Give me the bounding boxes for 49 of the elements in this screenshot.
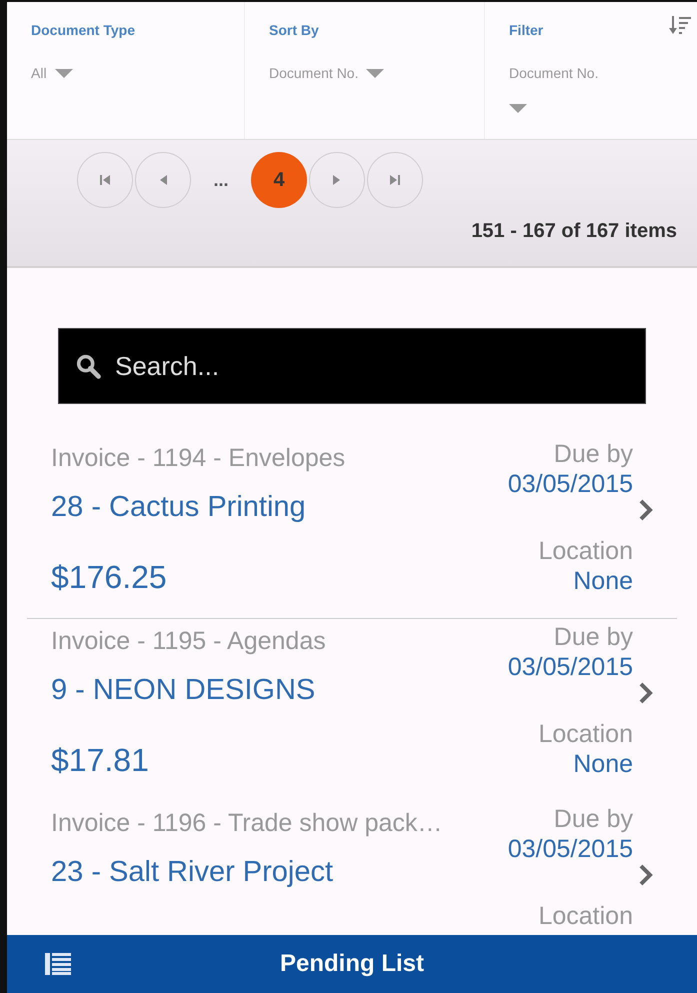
caret-icon — [54, 68, 73, 78]
location-value: None — [573, 566, 633, 597]
pager-button[interactable] — [309, 152, 365, 208]
invoice-list-item[interactable]: Invoice - 1196 - Trade show pack… 23 - Salt River Project Due by 03/05/2015 Location — [27, 801, 677, 935]
caret-icon — [509, 104, 527, 114]
document-title: Invoice - 1195 - Agendas — [51, 626, 326, 657]
amount: $176.25 — [51, 558, 167, 597]
last-page-icon — [389, 174, 401, 186]
document-title: Invoice - 1196 - Trade show pack… — [51, 808, 442, 839]
pager-button[interactable] — [367, 152, 423, 208]
location-label: Location — [538, 901, 633, 932]
search-field[interactable]: Search... — [58, 328, 646, 404]
filter-label: Document Type — [31, 21, 135, 40]
due-date: 03/05/2015 — [508, 652, 633, 683]
due-label: Due by — [554, 439, 633, 470]
filter-label: Filter — [509, 21, 544, 40]
footer-title: Pending List — [280, 949, 424, 979]
location-value: None — [573, 749, 633, 780]
due-date: 03/05/2015 — [508, 469, 633, 500]
due-label: Due by — [554, 622, 633, 653]
document-title: Invoice - 1194 - Envelopes — [51, 443, 346, 474]
filter-label: Sort By — [269, 21, 319, 40]
search-icon — [74, 352, 102, 380]
pager-ellipsis: ... — [212, 168, 230, 192]
vendor-name: 28 - Cactus Printing — [51, 490, 306, 525]
caret-icon — [366, 68, 384, 78]
filter-dropdown[interactable]: Document No. — [269, 63, 384, 84]
pager-button[interactable] — [77, 152, 133, 208]
pager-button[interactable] — [135, 152, 191, 208]
chevron-right-icon — [638, 498, 654, 522]
item-range: 151 - 167 of 167 items — [471, 219, 677, 244]
filter-dropdown[interactable]: All — [31, 63, 73, 84]
due-label: Due by — [554, 804, 633, 835]
previous-icon — [158, 174, 168, 186]
first-page-icon — [99, 174, 111, 186]
location-label: Location — [538, 536, 633, 567]
vendor-name: 9 - NEON DESIGNS — [51, 673, 316, 708]
amount: $17.81 — [51, 741, 149, 780]
list-icon[interactable] — [45, 953, 71, 975]
chevron-right-icon — [638, 681, 654, 705]
location-label: Location — [538, 719, 633, 750]
filter-dropdown[interactable]: Document No. — [509, 63, 598, 114]
chevron-right-icon — [638, 863, 654, 887]
invoice-list-item[interactable]: Invoice - 1195 - Agendas 9 - NEON DESIGNS $17.81 Due by 03/05/2015 Location None — [27, 619, 677, 801]
invoice-list-item[interactable]: Invoice - 1194 - Envelopes 28 - Cactus Printing $176.25 Due by 03/05/2015 Location None — [27, 436, 677, 618]
page-button[interactable]: 4 — [251, 152, 307, 208]
next-icon — [332, 174, 342, 186]
vendor-name: 23 - Salt River Project — [51, 855, 334, 890]
due-date: 03/05/2015 — [508, 834, 633, 865]
